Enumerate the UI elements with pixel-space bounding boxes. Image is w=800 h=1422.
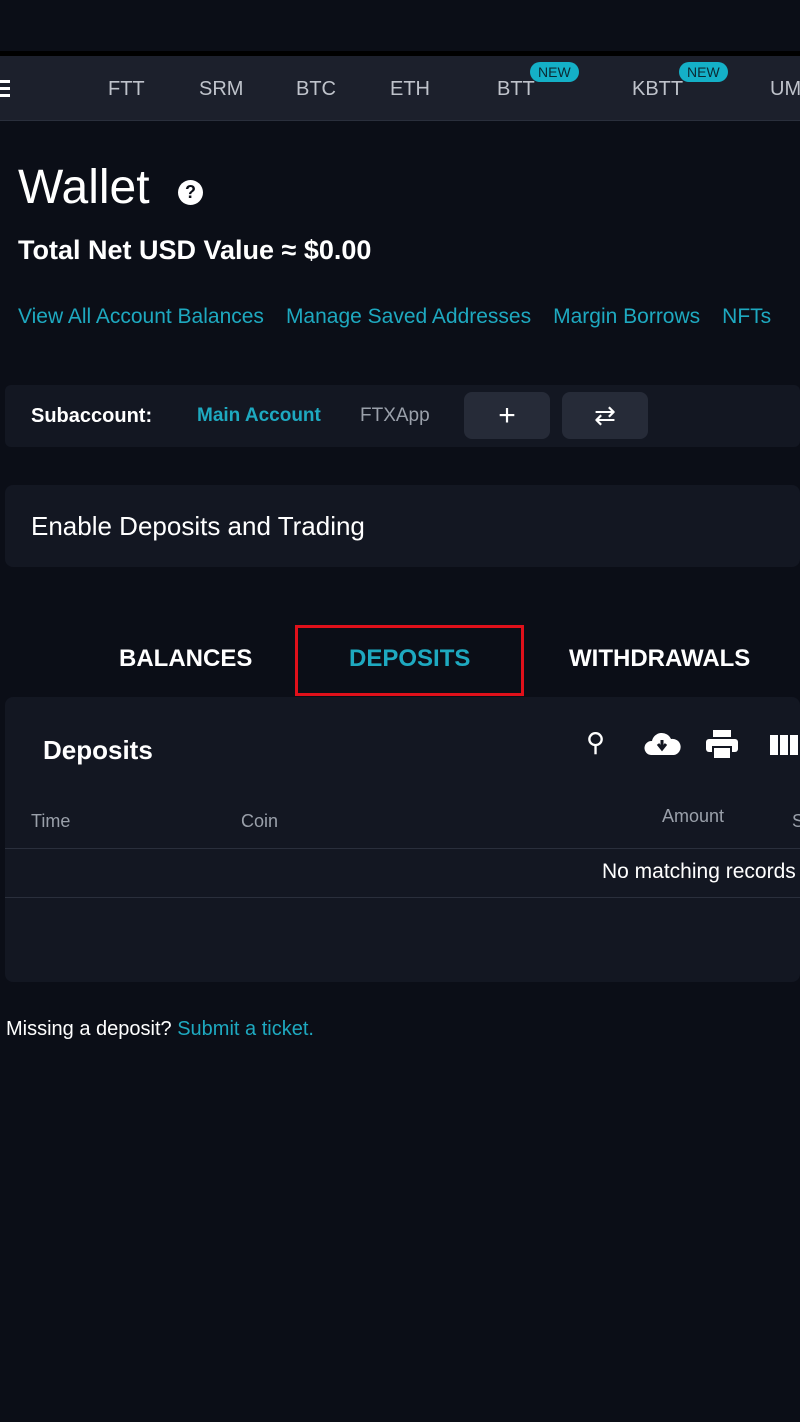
link-saved-addresses[interactable]: Manage Saved Addresses — [286, 305, 531, 328]
divider — [5, 897, 800, 898]
print-icon[interactable] — [706, 730, 738, 760]
subaccount-label: Subaccount: — [31, 405, 153, 427]
deposits-card: Deposits ⚲ Time Coin Amount Status No ma… — [5, 697, 800, 982]
column-status[interactable]: Status — [792, 811, 800, 832]
link-nfts[interactable]: NFTs — [722, 305, 771, 328]
link-view-balances[interactable]: View All Account Balances — [18, 305, 264, 328]
total-value: Total Net USD Value ≈ $0.00 — [18, 235, 372, 265]
divider — [5, 848, 800, 849]
ticker-ftt[interactable]: FTT — [108, 78, 145, 101]
cloud-download-icon[interactable] — [643, 731, 681, 757]
add-subaccount-button[interactable]: + — [464, 392, 550, 439]
tab-balances[interactable]: BALANCES — [119, 645, 252, 673]
ticker-srm[interactable]: SRM — [199, 78, 243, 101]
column-time[interactable]: Time — [31, 811, 70, 832]
submit-ticket-link[interactable]: Submit a ticket. — [177, 1018, 314, 1040]
ticker-umee[interactable]: UMEE — [770, 78, 800, 101]
ticker-eth[interactable]: ETH — [390, 78, 430, 101]
status-bar — [0, 0, 800, 56]
wallet-links: View All Account Balances Manage Saved Ad… — [18, 305, 793, 329]
column-amount[interactable]: Amount — [662, 806, 724, 827]
enable-deposits-banner[interactable]: Enable Deposits and Trading — [5, 485, 800, 567]
missing-deposit: Missing a deposit? Submit a ticket. — [6, 1018, 314, 1041]
page-title: Wallet — [18, 161, 150, 214]
new-badge: NEW — [530, 62, 579, 82]
column-coin[interactable]: Coin — [241, 811, 278, 832]
columns-icon[interactable] — [770, 735, 800, 755]
ticker-kbtt[interactable]: KBTT — [632, 78, 683, 101]
ticker-btc[interactable]: BTC — [296, 78, 336, 101]
missing-text: Missing a deposit? — [6, 1018, 172, 1040]
selection-highlight — [295, 625, 524, 696]
ticker-btt[interactable]: BTT — [497, 78, 535, 101]
new-badge: NEW — [679, 62, 728, 82]
subaccount-ftxapp[interactable]: FTXApp — [360, 405, 430, 427]
transfer-button[interactable]: ⇄ — [562, 392, 648, 439]
empty-message: No matching records found — [602, 860, 800, 883]
help-icon[interactable]: ? — [178, 180, 203, 205]
menu-icon[interactable] — [0, 80, 10, 98]
search-icon[interactable]: ⚲ — [586, 727, 605, 758]
subaccount-bar: Subaccount: Main Account FTXApp + ⇄ — [5, 385, 800, 447]
subaccount-main[interactable]: Main Account — [197, 405, 321, 427]
tab-withdrawals[interactable]: WITHDRAWALS — [569, 645, 750, 673]
deposits-title: Deposits — [43, 735, 153, 765]
link-margin-borrows[interactable]: Margin Borrows — [553, 305, 700, 328]
